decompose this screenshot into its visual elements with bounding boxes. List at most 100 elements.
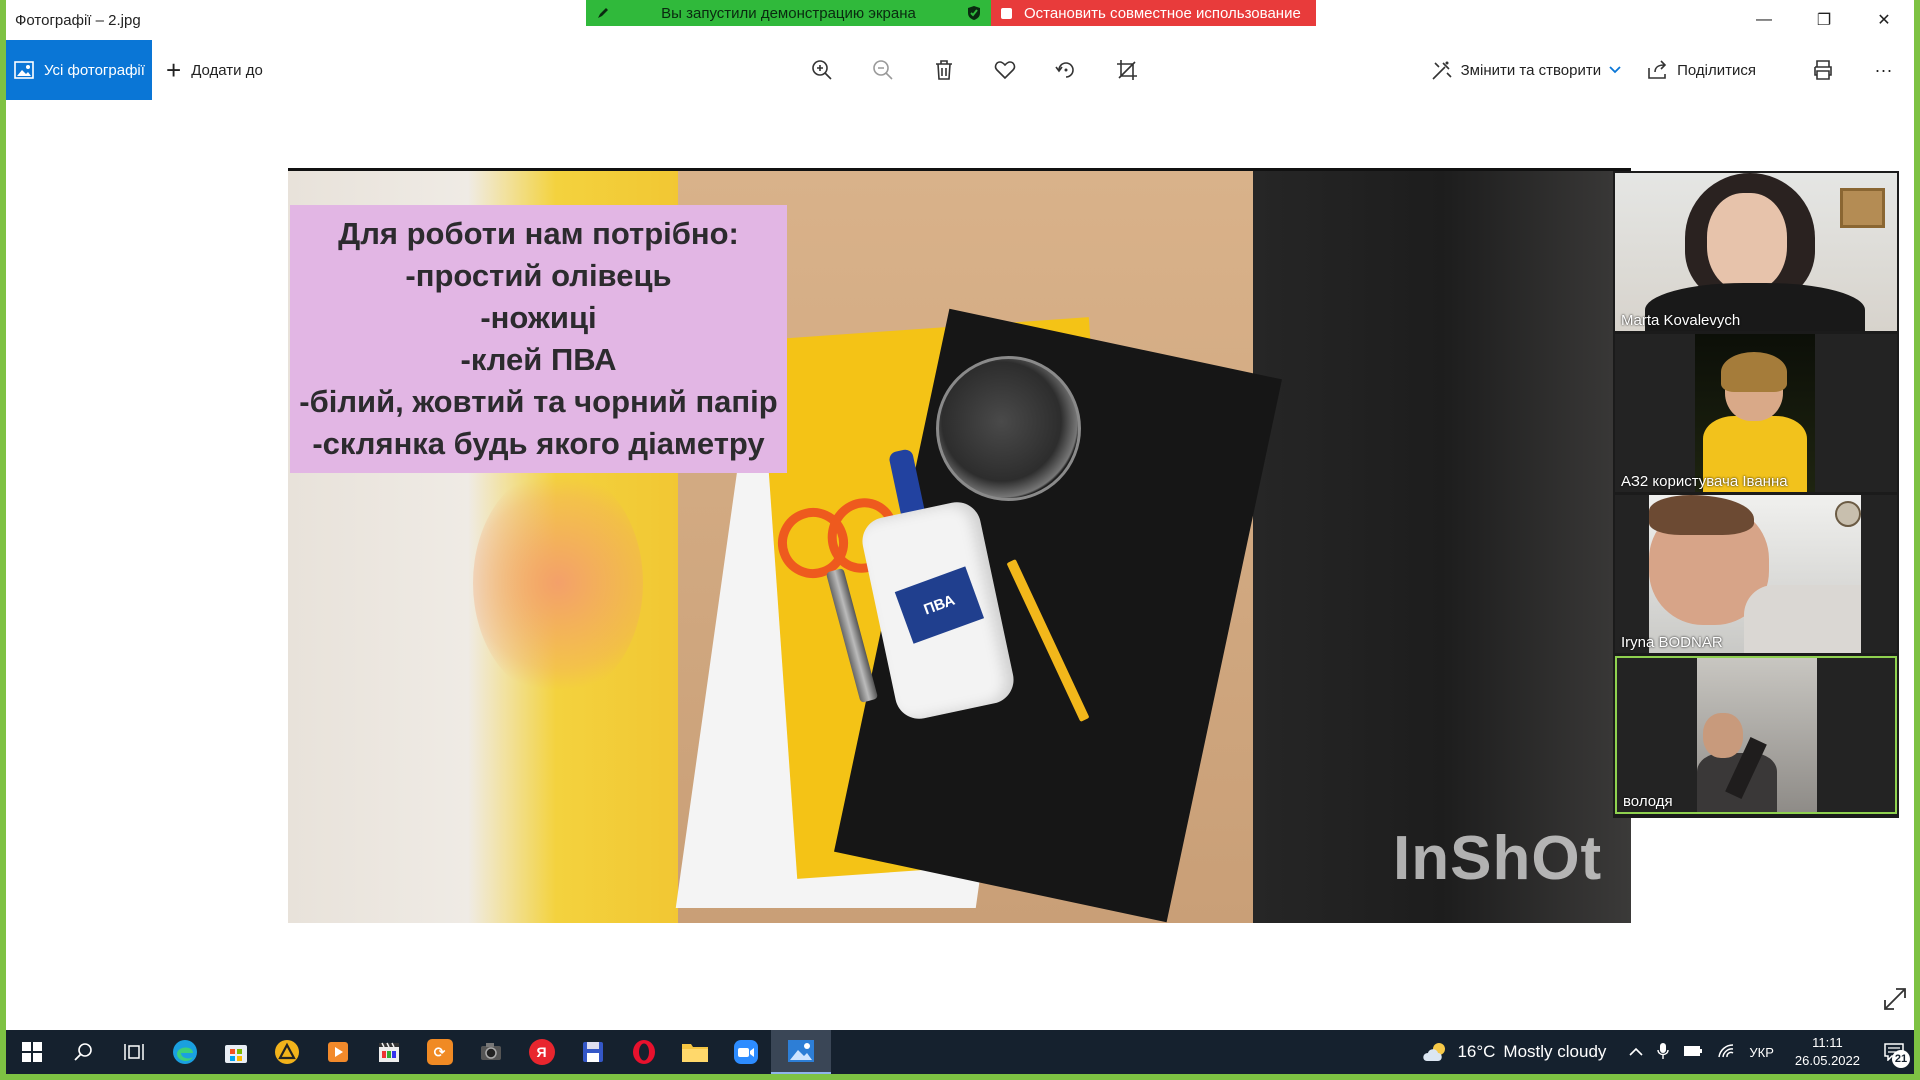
edit-create-button[interactable]: Змінити та створити [1431,40,1621,100]
participant-tile-active-speaker[interactable]: володя [1615,656,1897,814]
participant-tile[interactable]: АЗ2 користувача Іванна [1615,334,1897,492]
file-explorer-app[interactable] [669,1030,720,1074]
stop-sharing-button[interactable]: Остановить совместное использование [991,0,1316,26]
edit-create-label: Змінити та створити [1460,61,1602,79]
input-language[interactable]: УКР [1749,1045,1774,1060]
minimize-button[interactable]: — [1734,0,1794,40]
materials-item: -клей ПВА [460,342,617,377]
clock-date: 26.05.2022 [1794,1053,1860,1068]
zoom-out-button[interactable] [852,40,913,100]
face [1703,713,1743,758]
video-editor-icon [378,1042,399,1062]
participant-video-panel: Marta Kovalevych АЗ2 користувача Іванна … [1613,171,1899,818]
screen-share-banner: Вы запустили демонстрацию экрана Останов… [586,0,1316,26]
all-photos-label: Усі фотографії [44,61,145,79]
windows-taskbar: ⟳ Я 16°C Mostly cloudy УКР 11:11 26.05.2… [6,1030,1914,1074]
delete-icon [935,60,952,80]
floppy-app[interactable] [567,1030,618,1074]
show-hidden-icons-chevron-icon[interactable] [1629,1045,1643,1060]
crop-icon [1116,60,1137,80]
fullscreen-expand-icon[interactable] [1882,986,1908,1012]
participant-video [1615,173,1897,331]
print-button[interactable] [1792,40,1853,100]
yandex-icon: Я [528,1039,555,1065]
more-icon: ··· [1874,59,1893,80]
participant-name: Iryna BODNAR [1621,634,1723,651]
add-to-label: Додати до [191,61,263,79]
opera-app[interactable] [618,1030,669,1074]
hair [1721,352,1787,392]
edge-icon [172,1040,197,1064]
face [1707,193,1787,291]
participant-name: володя [1623,793,1673,810]
media-player-app[interactable] [312,1030,363,1074]
maximize-button[interactable]: ❐ [1794,0,1854,40]
camera-app[interactable] [465,1030,516,1074]
toolbar-right: Змінити та створити Поділитися ··· [1431,40,1914,100]
participant-tile[interactable]: Marta Kovalevych [1615,173,1897,331]
pen-icon [598,8,608,18]
microphone-icon[interactable] [1657,1042,1670,1063]
inshot-watermark: InShOt [1393,824,1603,893]
notification-center-button[interactable]: 21 [1874,1030,1914,1074]
zoom-in-button[interactable] [791,40,852,100]
zoom-icon [733,1040,758,1064]
photos-app[interactable] [771,1030,831,1074]
wall-picture [1840,188,1885,228]
battery-icon[interactable] [1683,1045,1703,1060]
crop-button[interactable] [1096,40,1157,100]
rotate-icon [1054,62,1074,78]
edit-magic-icon [1432,61,1452,80]
delete-button[interactable] [913,40,974,100]
system-tray: 16°C Mostly cloudy УКР 11:11 26.05.2022 … [1421,1030,1914,1074]
weather-condition: Mostly cloudy [1503,1042,1607,1061]
add-to-button[interactable]: + Додати до [166,40,263,100]
materials-item: -білий, жовтий та чорний папір [299,384,778,419]
glue-label: ПВА [894,566,985,644]
materials-item: -простий олівець [405,258,672,293]
store-app[interactable] [210,1030,261,1074]
cloud-sun-icon [1423,1043,1446,1061]
yandex-app[interactable]: Я [516,1030,567,1074]
zoom-app[interactable] [720,1030,771,1074]
edge-app[interactable] [159,1030,210,1074]
plus-icon: + [166,55,182,85]
start-icon [21,1042,42,1062]
more-options-button[interactable]: ··· [1853,40,1914,100]
participant-video [1649,495,1861,653]
photo-icon [14,61,34,79]
materials-heading: Для роботи нам потрібно: [338,216,739,251]
wifi-icon[interactable] [1717,1043,1735,1062]
taskbar-search-button[interactable] [57,1030,108,1074]
photo-viewer-image[interactable]: ПВА Для роботи нам потрібно: -простий ол… [288,168,1631,923]
triangle-app[interactable] [261,1030,312,1074]
start-button[interactable] [6,1030,57,1074]
chevron-down-icon [1609,66,1621,74]
task-view-button[interactable] [108,1030,159,1074]
file-explorer-icon [681,1044,708,1062]
participant-tile[interactable]: Iryna BODNAR [1615,495,1897,653]
weather-temperature: 16°C [1457,1042,1496,1061]
notification-count-badge: 21 [1892,1050,1910,1068]
video-editor-app[interactable] [363,1030,414,1074]
favorite-button[interactable] [974,40,1035,100]
participant-name: АЗ2 користувача Іванна [1621,473,1788,490]
materials-card: Для роботи нам потрібно: -простий олівец… [290,205,787,473]
participant-name: Marta Kovalevych [1621,312,1741,329]
store-icon [224,1045,247,1063]
toolbar: Усі фотографії + Додати до Змінити та ст… [6,40,1914,100]
taskbar-clock[interactable]: 11:11 26.05.2022 [1795,1034,1860,1070]
pdf-icon: ⟳ [426,1039,453,1065]
close-button[interactable]: ✕ [1854,0,1914,40]
zoom-out-icon [872,60,893,80]
all-photos-button[interactable]: Усі фотографії [6,40,152,100]
window-controls: — ❐ ✕ [1734,0,1914,40]
weather-widget[interactable]: 16°C Mostly cloudy [1421,1041,1606,1063]
share-icon [1648,60,1667,79]
share-button[interactable]: Поділитися [1647,40,1756,100]
image-tools [791,40,1157,100]
pdf-app[interactable]: ⟳ [414,1030,465,1074]
rotate-button[interactable] [1035,40,1096,100]
opera-icon [632,1040,655,1064]
materials-item: -ножиці [480,300,597,335]
